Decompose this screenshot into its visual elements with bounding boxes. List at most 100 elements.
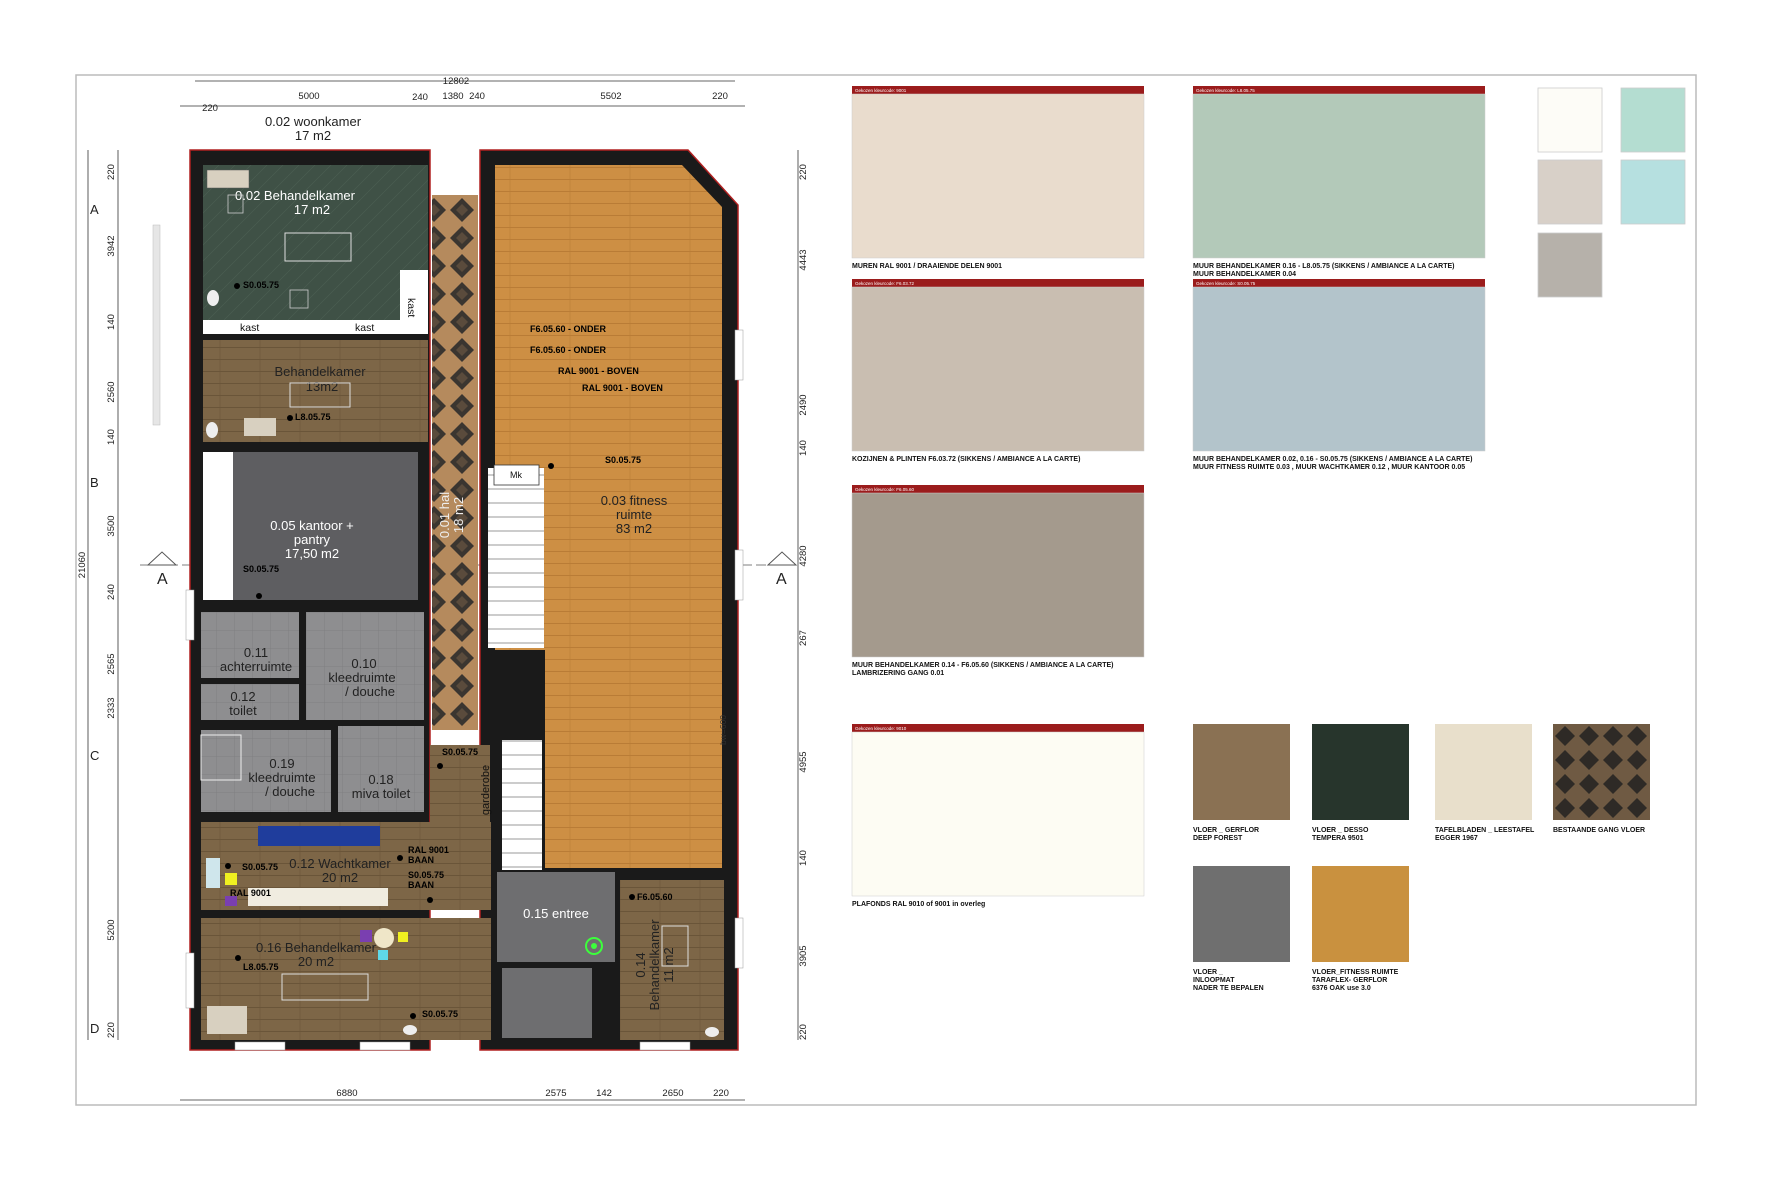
material-caption: VLOER _ DESSO [1312, 827, 1369, 834]
dim-right-2: 4443 [798, 249, 809, 270]
floorplan-sheet: 12802 220 5000 240 1380 240 5502 220 0.0… [75, 74, 1697, 1106]
room-0-15-name: 0.15 entree [523, 906, 589, 921]
room-0-16-area: 20 m2 [298, 954, 334, 969]
header-area: 17 m2 [295, 128, 331, 143]
tag-f60560-onder-1: F6.05.60 - ONDER [530, 324, 607, 334]
tag-ral9001-baan-2: BAAN [408, 855, 434, 865]
material-caption: DEEP FOREST [1193, 835, 1243, 842]
grid-d: D [90, 1021, 99, 1036]
swatch-code: Gekozen kleurcode: F6.03.72 [855, 281, 915, 286]
room-0-05-name2: pantry [294, 532, 331, 547]
dim-left-6: 3500 [106, 515, 117, 536]
dim-bottom-c: 142 [596, 1088, 612, 1099]
material-1: VLOER _ GERFLORDEEP FOREST [1193, 724, 1290, 842]
material-3: TAFELBLADEN _ LEESTAFELEGGER 1967 [1435, 724, 1535, 842]
room-0-11-name1: 0.11 [244, 645, 268, 660]
tag-ral9001-boven-2: RAL 9001 - BOVEN [582, 383, 663, 393]
dim-bottom-a: 6880 [336, 1088, 357, 1099]
mini-swatch-5 [1537, 232, 1603, 298]
label-garderobe: garderobe [480, 765, 492, 815]
mini-swatch-3 [1537, 159, 1603, 225]
swatch-code: Gekozen kleurcode: 9010 [855, 726, 907, 731]
dim-left-9: 2333 [106, 697, 117, 718]
dim-top-c: 1380 [442, 91, 463, 102]
dim-right-9: 3905 [798, 945, 809, 966]
dim-bottom-d: 2650 [662, 1088, 683, 1099]
dim-right-5: 4280 [798, 545, 809, 566]
material-caption: INLOOPMAT [1193, 977, 1235, 984]
tag-s0575-f: S0.05.75 [605, 455, 641, 465]
dim-top-g: 220 [202, 103, 218, 114]
tag-l80575-b: L8.05.75 [243, 962, 279, 972]
swatch-caption: PLAFONDS RAL 9010 of 9001 in overleg [852, 901, 985, 908]
dim-bottom-e: 220 [713, 1088, 729, 1099]
swatch-code: Gekozen kleurcode: L8.05.75 [1196, 88, 1255, 93]
dim-left-total: 21060 [77, 552, 88, 578]
room-bk-name: Behandelkamer [274, 364, 366, 379]
material-caption: VLOER _ GERFLOR [1193, 827, 1259, 834]
kast-right: kast [355, 322, 374, 334]
room-0-03-name1: 0.03 fitness [601, 493, 668, 508]
swatch-caption-2: MUUR FITNESS RUIMTE 0.03 , MUUR WACHTKAM… [1193, 464, 1465, 471]
swatch-caption-2: LAMBRIZERING GANG 0.01 [852, 670, 944, 677]
dim-left-7: 240 [106, 584, 117, 600]
tag-f60560: F6.05.60 [637, 892, 673, 902]
room-0-01-name1: 0.01 hal [437, 492, 452, 538]
swatch-6: Gekozen kleurcode: 9010 PLAFONDS RAL 9010… [851, 724, 1145, 908]
room-0-10-name3: / douche [345, 684, 395, 699]
material-caption: VLOER_FITNESS RUIMTE [1312, 969, 1399, 976]
swatch-4: Gekozen kleurcode: S0.05.75 MUUR BEHANDEL… [1192, 279, 1486, 471]
mini-swatch-1 [1537, 87, 1603, 153]
material-tile [1193, 724, 1290, 820]
material-tile [1193, 866, 1290, 962]
swatch-caption: MUUR BEHANDELKAMER 0.16 - L8.05.75 (SIKK… [1193, 263, 1455, 270]
swatch-color [851, 286, 1145, 452]
swatch-2: Gekozen kleurcode: L8.05.75 MUUR BEHANDEL… [1192, 86, 1486, 278]
dim-top-total: 12802 [443, 76, 469, 87]
kast-vertical: kast [405, 298, 417, 317]
dim-right-7: 4955 [798, 751, 809, 772]
section-a-left: A [157, 571, 168, 588]
room-0-12-toilet-name1: 0.12 [230, 689, 255, 704]
room-0-01-hal-floor [432, 195, 478, 730]
swatch-caption: MUUR BEHANDELKAMER 0.14 - F6.05.60 (SIKK… [852, 662, 1114, 669]
dim-left-2: 3942 [106, 235, 117, 256]
swatch-caption-2: MUUR BEHANDELKAMER 0.04 [1193, 271, 1296, 278]
room-bk-area: 13m2 [306, 379, 339, 394]
swatch-caption: KOZIJNEN & PLINTEN F6.03.72 (SIKKENS / A… [852, 456, 1080, 463]
swatch-code: Gekozen kleurcode: F6.05.60 [855, 487, 915, 492]
material-caption: NADER TE BEPALEN [1193, 985, 1264, 992]
room-0-18-name2: miva toilet [352, 786, 411, 801]
material-tile [1312, 724, 1409, 820]
tag-s0575-c: S0.05.75 [442, 747, 478, 757]
dim-left-10: 5200 [106, 919, 117, 940]
stair-lower [502, 740, 542, 870]
mini-swatch-4 [1620, 159, 1686, 225]
room-0-14-name1: 0.14 [633, 952, 648, 977]
room-0-19-name1: 0.19 [269, 756, 294, 771]
swatch-caption: MUUR BEHANDELKAMER 0.02, 0.16 - S0.05.75… [1193, 456, 1472, 463]
tag-ral9001-a: RAL 9001 [230, 888, 271, 898]
swatch-color [851, 731, 1145, 897]
dim-top-e: 5502 [600, 91, 621, 102]
swatch-code: Gekozen kleurcode: S0.05.75 [1196, 281, 1256, 286]
dim-right-6: 267 [798, 630, 809, 646]
dim-right-1: 220 [798, 164, 809, 180]
material-2: VLOER _ DESSOTEMPERA 9501 [1312, 724, 1409, 842]
tag-s0575-b: S0.05.75 [243, 564, 279, 574]
room-0-16-name: 0.16 Behandelkamer [256, 940, 377, 955]
room-0-10-name1: 0.10 [351, 656, 376, 671]
grid-b: B [90, 475, 99, 490]
tag-s0575-e: S0.05.75 [422, 1009, 458, 1019]
room-0-14-name3: 11 m2 [661, 947, 676, 982]
dim-left-3: 140 [106, 314, 117, 330]
mini-swatch-grid [1537, 87, 1686, 298]
tag-s0575-d: S0.05.75 [242, 862, 278, 872]
room-0-12-toilet-name2: toilet [229, 703, 257, 718]
material-caption: BESTAANDE GANG VLOER [1553, 827, 1645, 834]
label-bw: bw=600 [718, 715, 728, 745]
tag-ral9001-boven-1: RAL 9001 - BOVEN [558, 366, 639, 376]
room-0-02-name: 0.02 Behandelkamer [235, 188, 356, 203]
swatch-code: Gekozen kleurcode: 9001 [855, 88, 907, 93]
room-0-05-area: 17,50 m2 [285, 546, 339, 561]
